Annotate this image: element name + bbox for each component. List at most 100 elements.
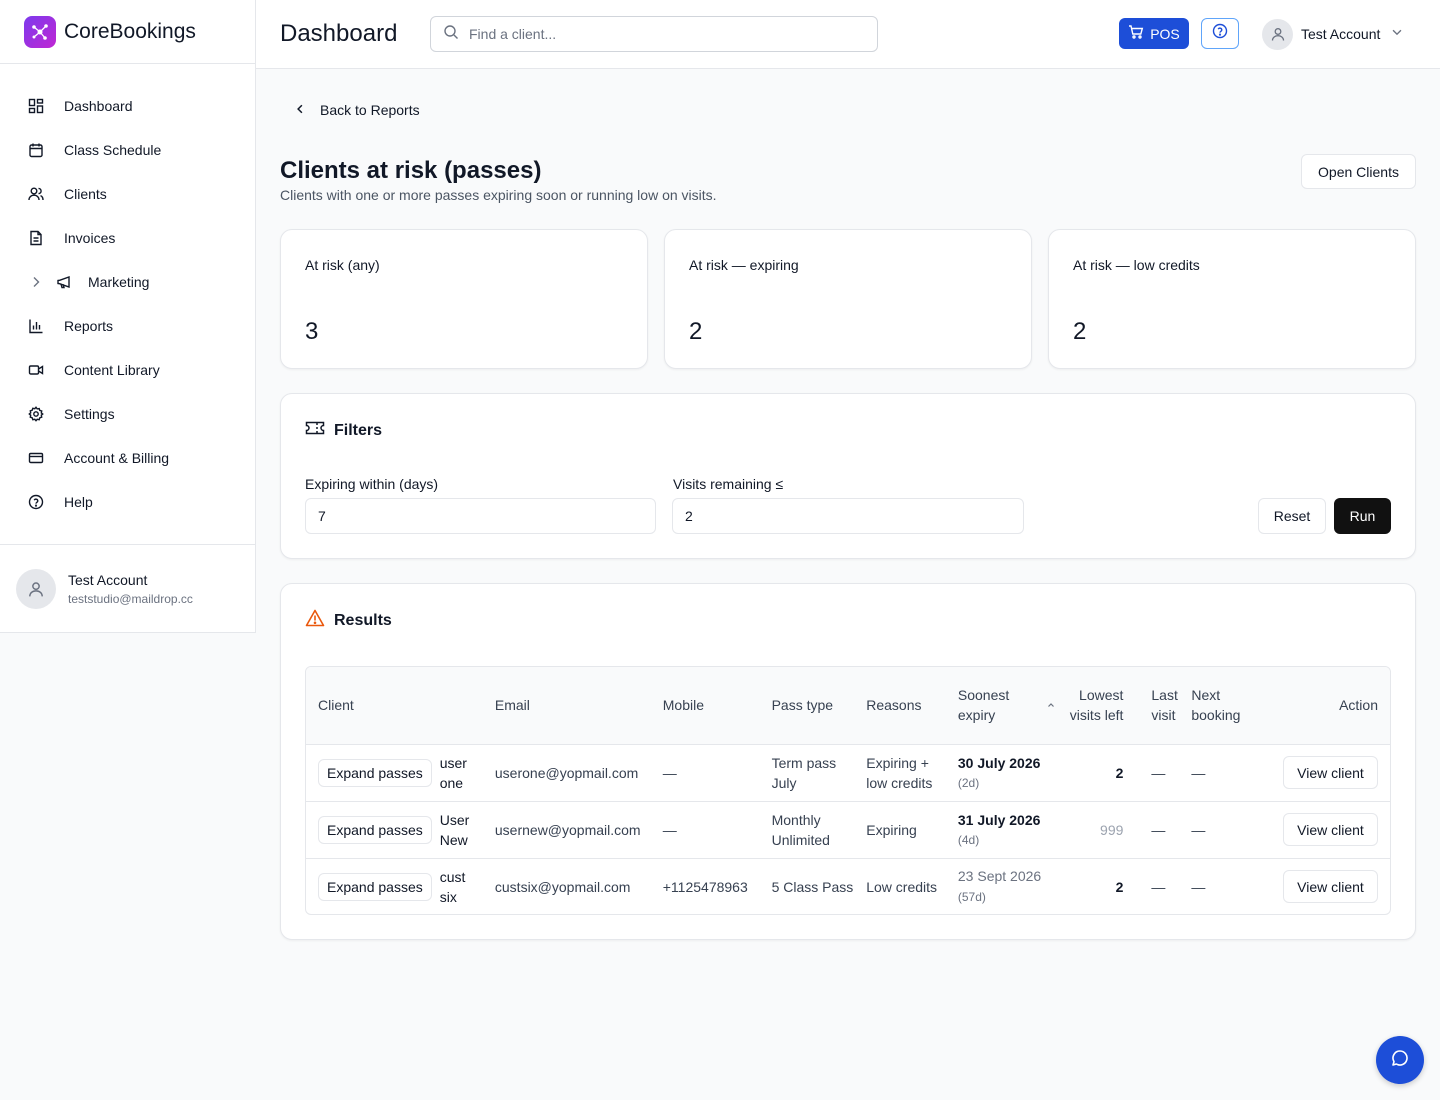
search-input[interactable] [469, 26, 849, 42]
sidebar-item-invoices[interactable]: Invoices [0, 216, 255, 260]
filters-title: Filters [305, 419, 382, 442]
pass-type-cell: 5 Class Pass [771, 878, 854, 895]
back-to-reports-link[interactable]: Back to Reports [294, 102, 420, 118]
sidebar-item-help[interactable]: Help [0, 480, 255, 524]
action-cell: View client [1260, 858, 1390, 914]
reasons-cell: Low credits [866, 878, 938, 895]
expiring-within-field[interactable] [305, 498, 656, 534]
next-booking-cell: — [1191, 764, 1206, 781]
view-client-button[interactable]: View client [1283, 813, 1378, 846]
email-cell: custsix@yopmail.com [494, 878, 631, 895]
sort-ascending-icon[interactable] [1046, 695, 1056, 715]
stat-value: 3 [305, 318, 319, 345]
client-cell: Expand passes user one [306, 744, 489, 801]
document-icon [28, 230, 44, 246]
expiry-cell: 30 July 2026 (2d) [952, 744, 1062, 801]
top-header: Dashboard POS Test Account [256, 0, 1440, 69]
sidebar-item-account-billing[interactable]: Account & Billing [0, 436, 255, 480]
expand-passes-button[interactable]: Expand passes [318, 758, 432, 787]
open-clients-button[interactable]: Open Clients [1301, 154, 1416, 189]
column-header-soonest-expiry[interactable]: Soonest expiry [952, 667, 1062, 744]
back-link-label: Back to Reports [320, 102, 420, 118]
reset-button[interactable]: Reset [1258, 498, 1326, 534]
client-name: user one [439, 754, 467, 791]
column-header-mobile: Mobile [662, 697, 704, 714]
expand-passes-button[interactable]: Expand passes [318, 815, 432, 844]
column-header-action: Action [1339, 697, 1378, 714]
sidebar-item-label: Content Library [64, 362, 160, 378]
mobile-cell: — [662, 764, 677, 781]
report-subtitle: Clients with one or more passes expiring… [280, 187, 717, 203]
client-name: cust six [439, 868, 466, 905]
search-box[interactable] [430, 16, 878, 52]
sidebar-item-label: Invoices [64, 230, 116, 246]
action-cell: View client [1260, 744, 1390, 801]
expand-passes-button[interactable]: Expand passes [318, 872, 432, 901]
sidebar: CoreBookings Dashboard Class Schedule Cl… [0, 0, 256, 633]
warning-icon [305, 609, 325, 632]
pos-button-label: POS [1150, 25, 1180, 42]
user-icon [1271, 28, 1284, 41]
column-header-pass-type: Pass type [771, 697, 834, 714]
view-client-button[interactable]: View client [1283, 756, 1378, 789]
results-title-text: Results [334, 611, 392, 629]
run-button[interactable]: Run [1334, 498, 1391, 534]
mobile-cell: — [662, 821, 677, 838]
brand-logo-icon [24, 15, 56, 48]
sidebar-item-clients[interactable]: Clients [0, 172, 255, 216]
sidebar-item-dashboard[interactable]: Dashboard [0, 84, 255, 128]
mobile-cell: +1125478963 [662, 878, 748, 895]
view-client-button[interactable]: View client [1283, 870, 1378, 904]
sidebar-user[interactable]: Test Account teststudio@maildrop.cc [0, 544, 255, 633]
sidebar-item-label: Account & Billing [64, 450, 170, 466]
stat-label: At risk (any) [305, 257, 380, 273]
chevron-left-icon [294, 102, 306, 118]
sidebar-item-marketing[interactable]: Marketing [0, 260, 255, 304]
column-header-client: Client [318, 697, 354, 714]
sidebar-item-label: Dashboard [64, 98, 133, 114]
sidebar-item-class-schedule[interactable]: Class Schedule [0, 128, 255, 172]
megaphone-icon [56, 274, 72, 290]
help-button[interactable] [1201, 18, 1239, 49]
stat-value: 2 [1073, 318, 1087, 345]
expiry-relative: (2d) [957, 775, 980, 790]
lowest-visits-cell: 2 [1115, 878, 1124, 895]
chevron-right-icon[interactable] [28, 274, 44, 290]
sidebar-nav: Dashboard Class Schedule Clients Invoice… [0, 64, 255, 524]
visits-remaining-input[interactable] [685, 508, 990, 524]
expiring-within-label: Expiring within (days) [305, 476, 439, 492]
account-menu[interactable]: Test Account [1262, 18, 1404, 50]
sidebar-item-settings[interactable]: Settings [0, 392, 255, 436]
chat-support-button[interactable] [1376, 1036, 1424, 1084]
brand-name: CoreBookings [64, 19, 196, 43]
visits-remaining-field[interactable] [672, 498, 1024, 534]
last-visit-cell: — [1151, 878, 1166, 895]
report-title: Clients at risk (passes) [280, 157, 542, 184]
sidebar-item-label: Help [64, 494, 93, 510]
avatar [1262, 18, 1293, 50]
help-circle-icon [1212, 23, 1228, 44]
last-visit-cell: — [1151, 821, 1166, 838]
expiry-relative: (4d) [957, 832, 980, 847]
grid-icon [28, 98, 44, 114]
results-table: Client Email Mobile Pass type Reasons So… [305, 666, 1391, 915]
users-icon [28, 186, 44, 202]
filters-title-text: Filters [334, 421, 383, 439]
help-circle-icon [28, 494, 44, 510]
expiring-within-input[interactable] [318, 508, 622, 524]
sidebar-item-content-library[interactable]: Content Library [0, 348, 255, 392]
page-title: Dashboard [280, 20, 398, 47]
user-icon [29, 582, 43, 597]
visits-remaining-label: Visits remaining ≤ [673, 476, 784, 492]
cart-icon [1128, 24, 1144, 43]
client-cell: Expand passes cust six [306, 858, 489, 914]
next-booking-cell: — [1191, 878, 1206, 895]
column-header-lowest-visits-left: Lowest visits left [1069, 687, 1124, 724]
sidebar-item-reports[interactable]: Reports [0, 304, 255, 348]
pos-button[interactable]: POS [1119, 18, 1189, 49]
chevron-down-icon [1390, 25, 1404, 44]
bar-chart-icon [28, 318, 44, 334]
results-card: Results Client Email Mobile Pass type Re… [280, 583, 1416, 940]
expiry-date: 23 Sept 2026 [957, 868, 1042, 885]
brand[interactable]: CoreBookings [0, 0, 255, 64]
